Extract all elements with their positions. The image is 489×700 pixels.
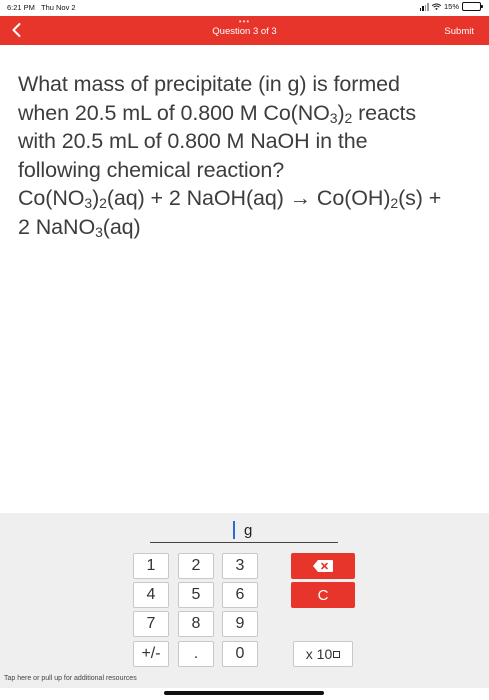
- key-0[interactable]: 0: [222, 641, 258, 667]
- question-line: following chemical reaction?: [18, 157, 285, 182]
- key-1[interactable]: 1: [133, 553, 169, 579]
- key-decimal[interactable]: .: [178, 641, 214, 667]
- x10-label: x 10: [305, 646, 333, 662]
- reaction-equation-cont: 2 NaNO3(aq): [18, 214, 141, 240]
- question-text: What mass of precipitate (in g) is forme…: [18, 70, 483, 241]
- key-8[interactable]: 8: [178, 611, 214, 637]
- clear-button[interactable]: C: [291, 582, 355, 608]
- battery-icon: [462, 2, 483, 11]
- question-line: when 20.5 mL of 0.800 M Co(NO3)2 reacts: [18, 100, 417, 126]
- home-indicator[interactable]: [164, 691, 324, 695]
- key-2[interactable]: 2: [178, 553, 214, 579]
- answer-unit: g: [244, 522, 253, 539]
- question-line: with 20.5 mL of 0.800 M NaOH in the: [18, 129, 368, 153]
- key-3[interactable]: 3: [222, 553, 258, 579]
- key-9[interactable]: 9: [222, 611, 258, 637]
- key-5[interactable]: 5: [178, 582, 214, 608]
- key-6[interactable]: 6: [222, 582, 258, 608]
- backspace-icon: [313, 560, 333, 572]
- text-cursor: [233, 521, 235, 539]
- backspace-button[interactable]: [291, 553, 355, 579]
- exponent-box-icon: [333, 650, 341, 658]
- nav-bar: ••• Question 3 of 3 Submit: [0, 16, 489, 45]
- question-counter: Question 3 of 3: [212, 26, 277, 37]
- key-sign-toggle[interactable]: +/-: [133, 641, 169, 667]
- key-4[interactable]: 4: [133, 582, 169, 608]
- status-time: 6:21 PM: [7, 3, 35, 12]
- answer-input[interactable]: [150, 542, 338, 543]
- more-dots-icon[interactable]: •••: [0, 18, 489, 26]
- reaction-equation: Co(NO3)2(aq) + 2 NaOH(aq) → Co(OH)2(s) +: [18, 186, 442, 211]
- additional-resources-hint[interactable]: Tap here or pull up for additional resou…: [4, 675, 137, 682]
- question-line: What mass of precipitate (in g) is forme…: [18, 72, 400, 96]
- battery-percent: 15%: [443, 2, 459, 11]
- wifi-icon: [431, 3, 441, 10]
- scientific-notation-button[interactable]: x 10: [293, 641, 353, 667]
- submit-button[interactable]: Submit: [444, 26, 474, 37]
- status-bar: 6:21 PM Thu Nov 2 15%: [0, 0, 489, 16]
- signal-icon: [419, 2, 429, 11]
- status-date: Thu Nov 2: [41, 3, 76, 12]
- status-indicators: 15%: [419, 2, 483, 11]
- key-7[interactable]: 7: [133, 611, 169, 637]
